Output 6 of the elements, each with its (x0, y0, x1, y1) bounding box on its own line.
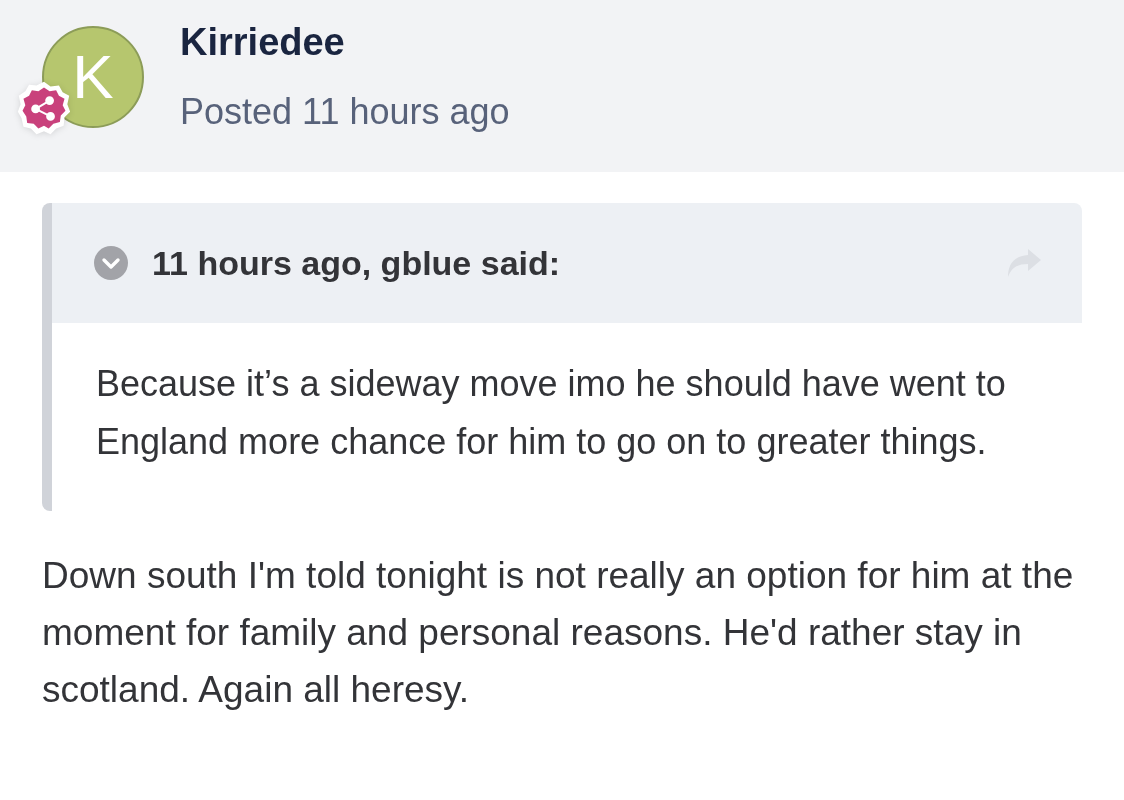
post-time: Posted 11 hours ago (180, 92, 510, 132)
group-badge-icon (16, 80, 72, 136)
author-name[interactable]: Kirriedee (180, 22, 345, 62)
post-text: Down south I'm told tonight is not really an option for him at the moment for family and personal reasons. He'd rather stay in scotland. Again all heresy. (42, 554, 1075, 712)
chevron-down-icon[interactable] (94, 246, 128, 280)
quote-citation: 11 hours ago, gblue said: (152, 243, 562, 283)
